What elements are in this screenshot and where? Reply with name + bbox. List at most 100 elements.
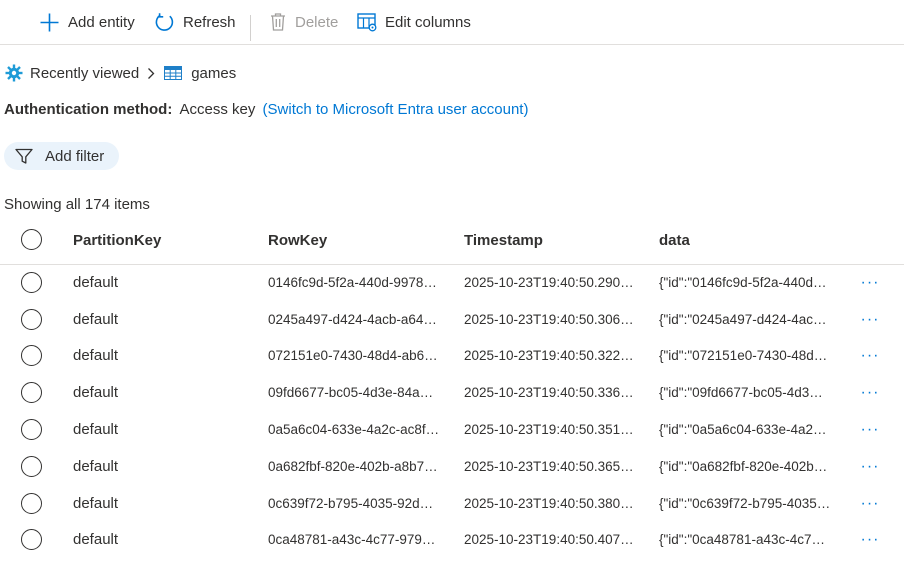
table-row[interactable]: default 0146fc9d-5f2a-440d-9978… 2025-10-2… [0, 264, 904, 301]
breadcrumb-current: games [164, 65, 236, 82]
cell-data: {"id":"0146fc9d-5f2a-440d… [659, 264, 831, 301]
row-select-radio[interactable] [21, 493, 42, 514]
refresh-label: Refresh [183, 13, 236, 31]
cell-rowkey: 0ca48781-a43c-4c77-9791… [268, 521, 440, 558]
cell-timestamp-text: 2025-10-23T19:40:50.3068… [464, 312, 638, 327]
cell-partitionkey-text: default [73, 531, 119, 548]
cell-timestamp-text: 2025-10-23T19:40:50.4074… [464, 532, 638, 547]
table-row[interactable]: default 0245a497-d424-4acb-a64… 2025-10-23… [0, 301, 904, 338]
cell-partitionkey: default [73, 264, 253, 301]
edit-columns-label: Edit columns [385, 13, 471, 31]
select-all-radio[interactable] [21, 229, 42, 250]
cell-data-text: {"id":"0245a497-d424-4ac… [659, 312, 827, 327]
cell-partitionkey: default [73, 301, 253, 338]
cell-rowkey-text: 072151e0-7430-48d4-ab6… [268, 348, 438, 363]
cell-rowkey-text: 0ca48781-a43c-4c77-9791… [268, 532, 440, 547]
cell-data-text: {"id":"0a5a6c04-633e-4a2c… [659, 422, 831, 437]
cell-timestamp-text: 2025-10-23T19:40:50.2909… [464, 275, 638, 290]
refresh-button[interactable]: Refresh [154, 0, 236, 44]
cell-partitionkey: default [73, 521, 253, 558]
cell-partitionkey-text: default [73, 458, 119, 475]
refresh-icon [154, 12, 175, 33]
column-header-timestamp[interactable]: Timestamp [464, 222, 543, 258]
column-header-data[interactable]: data [659, 222, 690, 258]
breadcrumb-recently-viewed[interactable]: Recently viewed [5, 64, 139, 82]
row-select-radio[interactable] [21, 382, 42, 403]
delete-label: Delete [295, 13, 339, 31]
cell-timestamp: 2025-10-23T19:40:50.3655… [464, 448, 638, 485]
row-more-actions-button[interactable]: ··· [857, 485, 883, 522]
table-row[interactable]: default 0a682fbf-820e-402b-a8b7… 2025-10-2… [0, 448, 904, 485]
table-row[interactable]: default 0ca48781-a43c-4c77-9791… 2025-10-2… [0, 521, 904, 558]
cell-partitionkey-text: default [73, 384, 119, 401]
cell-rowkey-text: 0a5a6c04-633e-4a2c-ac8f-… [268, 422, 440, 437]
cell-rowkey: 072151e0-7430-48d4-ab6… [268, 337, 440, 374]
toolbar-divider [250, 15, 251, 41]
table-row[interactable]: default 072151e0-7430-48d4-ab6… 2025-10-23… [0, 337, 904, 374]
cell-timestamp-text: 2025-10-23T19:40:50.3367… [464, 385, 638, 400]
auth-method: Authentication method: Access key (Switc… [4, 101, 528, 118]
table-header: PartitionKey RowKey Timestamp data [0, 222, 904, 265]
cell-rowkey-text: 0a682fbf-820e-402b-a8b7… [268, 459, 438, 474]
trash-icon [269, 12, 287, 32]
add-entity-button[interactable]: Add entity [39, 0, 135, 44]
item-count: Showing all 174 items [4, 196, 150, 213]
cell-partitionkey: default [73, 337, 253, 374]
command-bar: Add entity Refresh Delete Edit columns [0, 0, 904, 45]
cell-rowkey: 0245a497-d424-4acb-a64… [268, 301, 440, 338]
row-more-actions-button[interactable]: ··· [857, 337, 883, 374]
breadcrumb-root-label: Recently viewed [30, 64, 140, 82]
row-select-radio[interactable] [21, 456, 42, 477]
cell-partitionkey: default [73, 448, 253, 485]
row-more-actions-button[interactable]: ··· [857, 301, 883, 338]
row-more-actions-button[interactable]: ··· [857, 411, 883, 448]
cell-data-text: {"id":"0146fc9d-5f2a-440d… [659, 275, 827, 290]
cell-data: {"id":"0c639f72-b795-4035… [659, 485, 831, 522]
cell-partitionkey: default [73, 374, 253, 411]
cell-timestamp: 2025-10-23T19:40:50.3068… [464, 301, 638, 338]
column-header-rowkey[interactable]: RowKey [268, 222, 327, 258]
add-filter-button[interactable]: Add filter [4, 142, 119, 170]
row-select-radio[interactable] [21, 419, 42, 440]
edit-columns-button[interactable]: Edit columns [357, 0, 471, 44]
cell-partitionkey-text: default [73, 495, 119, 512]
cell-data-text: {"id":"0ca48781-a43c-4c77… [659, 532, 831, 547]
cell-data: {"id":"0a5a6c04-633e-4a2c… [659, 411, 831, 448]
cell-partitionkey-text: default [73, 421, 119, 438]
cell-partitionkey-text: default [73, 311, 119, 328]
row-select-radio[interactable] [21, 272, 42, 293]
add-entity-label: Add entity [68, 13, 135, 31]
cell-timestamp: 2025-10-23T19:40:50.4074… [464, 521, 638, 558]
row-select-radio[interactable] [21, 345, 42, 366]
edit-columns-icon [357, 12, 377, 32]
row-select-radio[interactable] [21, 309, 42, 330]
cell-partitionkey-text: default [73, 347, 119, 364]
cell-rowkey: 0a5a6c04-633e-4a2c-ac8f-… [268, 411, 440, 448]
cell-partitionkey-text: default [73, 274, 119, 291]
cell-data-text: {"id":"072151e0-7430-48d… [659, 348, 828, 363]
cell-partitionkey: default [73, 485, 253, 522]
cell-data: {"id":"072151e0-7430-48d… [659, 337, 831, 374]
chevron-right-icon [147, 67, 155, 80]
cell-data: {"id":"0a682fbf-820e-402b… [659, 448, 831, 485]
table-row[interactable]: default 09fd6677-bc05-4d3e-84a… 2025-10-23… [0, 374, 904, 411]
row-select-radio[interactable] [21, 529, 42, 550]
row-more-actions-button[interactable]: ··· [857, 374, 883, 411]
table-row[interactable]: default 0a5a6c04-633e-4a2c-ac8f-… 2025-10-… [0, 411, 904, 448]
table-icon [164, 66, 183, 80]
add-filter-label: Add filter [45, 147, 105, 165]
cell-rowkey: 09fd6677-bc05-4d3e-84a… [268, 374, 440, 411]
row-more-actions-button[interactable]: ··· [857, 264, 883, 301]
column-header-partitionkey[interactable]: PartitionKey [73, 222, 161, 258]
switch-auth-link[interactable]: (Switch to Microsoft Entra user account) [263, 101, 529, 118]
cell-rowkey: 0a682fbf-820e-402b-a8b7… [268, 448, 440, 485]
row-more-actions-button[interactable]: ··· [857, 521, 883, 558]
cell-data: {"id":"0ca48781-a43c-4c77… [659, 521, 831, 558]
plus-icon [39, 12, 60, 33]
row-more-actions-button[interactable]: ··· [857, 448, 883, 485]
cell-data: {"id":"09fd6677-bc05-4d3… [659, 374, 831, 411]
table-row[interactable]: default 0c639f72-b795-4035-92d… 2025-10-23… [0, 485, 904, 522]
delete-button[interactable]: Delete [269, 0, 338, 44]
cell-rowkey-text: 09fd6677-bc05-4d3e-84a… [268, 385, 434, 400]
cell-rowkey-text: 0c639f72-b795-4035-92d… [268, 496, 434, 511]
